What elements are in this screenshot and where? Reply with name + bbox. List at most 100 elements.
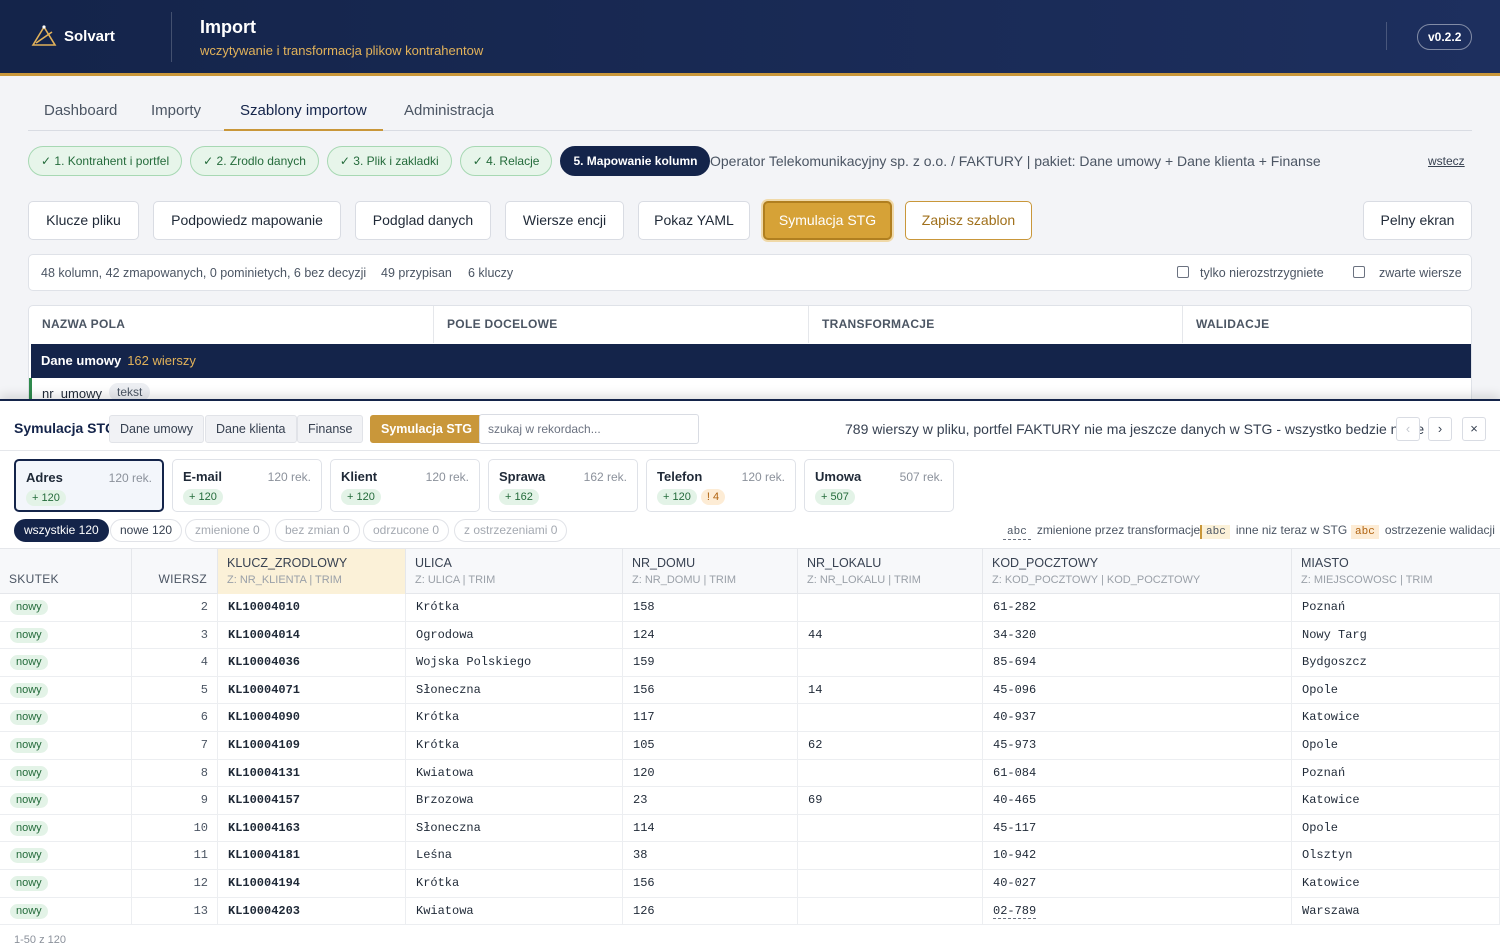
col-row[interactable]: WIERSZ — [132, 549, 218, 594]
page-title: Import — [200, 17, 256, 37]
cell-effect: nowy — [0, 594, 132, 621]
cell-city: Nowy Targ — [1292, 621, 1500, 649]
table-row[interactable]: nowy 10 KL10004163 Słoneczna 114 45-117 Opole — [0, 814, 1500, 843]
effect-badge: nowy — [10, 793, 48, 809]
file-keys-button[interactable]: Klucze pliku — [28, 201, 139, 240]
field-row[interactable]: nr_umowy tekst — [29, 378, 1471, 400]
cell-zip: 45-117 — [983, 814, 1292, 842]
group-row[interactable]: Dane umowy 162 wierszy — [31, 344, 1471, 378]
col-source-key[interactable]: KLUCZ_ZRODLOWY Z: NR_KLIENTA | TRIM — [218, 549, 406, 594]
next-page-button[interactable]: › — [1428, 417, 1452, 441]
filter-changed[interactable]: zmienione 0 — [185, 519, 270, 542]
entity-card-adres[interactable]: Adres 120 rek. + 120 — [14, 459, 164, 512]
cell-city: Poznań — [1292, 594, 1500, 621]
main-nav: Dashboard Importy Szablony importow Admi… — [28, 88, 1472, 131]
sim-tab-contract[interactable]: Dane umowy — [109, 415, 204, 443]
entity-count: 120 rek. — [108, 471, 152, 485]
tab-administracja[interactable]: Administracja — [388, 102, 510, 131]
col-city[interactable]: MIASTO Z: MIEJSCOWOSC | TRIM — [1292, 549, 1500, 594]
table-row[interactable]: nowy 4 KL10004036 Wojska Polskiego 159 85-694… — [0, 649, 1500, 677]
cell-key: KL10004157 — [218, 787, 406, 815]
cell-row: 7 — [132, 732, 218, 759]
table-row[interactable]: nowy 7 KL10004109 Krótka 105 62 45-973 Opole — [0, 732, 1500, 760]
cell-street: Ogrodowa — [406, 621, 623, 649]
entity-name: E-mail — [183, 469, 223, 484]
filter-rejected[interactable]: odrzucone 0 — [363, 519, 450, 542]
col-house-number[interactable]: NR_DOMU Z: NR_DOMU | TRIM — [623, 549, 798, 594]
sim-tab-client[interactable]: Dane klienta — [205, 415, 297, 443]
tab-szablony[interactable]: Szablony importow — [224, 102, 383, 131]
cell-city: Opole — [1292, 814, 1500, 842]
table-row[interactable]: nowy 2 KL10004010 Krótka 158 61-282 Poznań — [0, 594, 1500, 622]
entity-card-umowa[interactable]: Umowa 507 rek. + 507 — [804, 459, 954, 512]
only-unresolved-checkbox[interactable] — [1177, 266, 1189, 278]
table-row[interactable]: nowy 11 KL10004181 Leśna 38 10-942 Olsztyn — [0, 842, 1500, 870]
new-count-badge: + 120 — [183, 489, 223, 505]
entity-name: Sprawa — [499, 469, 546, 484]
cell-flat — [798, 649, 983, 677]
table-row[interactable]: nowy 8 KL10004131 Kwiatowa 120 61-084 Poznań — [0, 759, 1500, 788]
data-preview-button[interactable]: Podglad danych — [355, 201, 491, 240]
back-link[interactable]: wstecz — [1428, 154, 1465, 168]
compact-rows-checkbox[interactable] — [1353, 266, 1365, 278]
entity-card-klient[interactable]: Klient 120 rek. + 120 — [330, 459, 480, 512]
simulation-info: 789 wierszy w pliku, portfel FAKTURY nie… — [845, 421, 1425, 437]
cell-effect: nowy — [0, 676, 132, 704]
step-zrodlo[interactable]: ✓ 2. Zrodlo danych — [190, 146, 319, 176]
cell-row: 11 — [132, 842, 218, 870]
filter-unchanged[interactable]: bez zmian 0 — [275, 519, 360, 542]
show-yaml-button[interactable]: Pokaz YAML — [638, 201, 750, 240]
entity-card-telefon[interactable]: Telefon 120 rek. + 120! 4 — [646, 459, 796, 512]
table-row[interactable]: nowy 6 KL10004090 Krótka 117 40-937 Katowice — [0, 704, 1500, 732]
cell-city: Opole — [1292, 676, 1500, 704]
table-row[interactable]: nowy 12 KL10004194 Krótka 156 40-027 Katowice — [0, 870, 1500, 898]
cell-street: Brzozowa — [406, 787, 623, 815]
effect-badge: nowy — [10, 600, 48, 615]
pagination-info: 1-50 z 120 — [14, 934, 66, 946]
prev-page-button[interactable]: ‹ — [1396, 417, 1420, 441]
step-kontrahent[interactable]: ✓ 1. Kontrahent i portfel — [28, 146, 183, 176]
record-search-input[interactable]: szukaj w rekordach... — [479, 414, 699, 444]
tab-dashboard[interactable]: Dashboard — [28, 102, 133, 131]
cell-house: 158 — [623, 594, 798, 621]
sim-tab-stg[interactable]: Symulacja STG — [370, 415, 484, 443]
entity-rows-button[interactable]: Wiersze encji — [505, 201, 624, 240]
table-row[interactable]: nowy 9 KL10004157 Brzozowa 23 69 40-465 Katowic… — [0, 787, 1500, 815]
close-panel-button[interactable]: × — [1462, 417, 1486, 441]
cell-zip: 61-282 — [983, 594, 1292, 621]
filter-new[interactable]: nowe 120 — [110, 519, 183, 542]
entity-count: 120 rek. — [425, 470, 469, 484]
col-postal-code[interactable]: KOD_POCZTOWY Z: KOD_POCZTOWY | KOD_POCZTO… — [983, 549, 1292, 594]
table-row[interactable]: nowy 3 KL10004014 Ogrodowa 124 44 34-320 Nowy T… — [0, 621, 1500, 650]
cell-key: KL10004036 — [218, 649, 406, 677]
step-plik[interactable]: ✓ 3. Plik i zakladki — [326, 146, 452, 176]
fullscreen-button[interactable]: Pelny ekran — [1363, 201, 1472, 240]
field-name: nr_umowy — [42, 386, 102, 400]
suggest-mapping-button[interactable]: Podpowiedz mapowanie — [153, 201, 341, 240]
cell-key: KL10004071 — [218, 676, 406, 704]
cell-zip: 02-789 — [983, 897, 1292, 925]
col-street[interactable]: ULICA Z: ULICA | TRIM — [406, 549, 623, 594]
new-count-badge: + 120 — [341, 489, 381, 505]
entity-card-email[interactable]: E-mail 120 rek. + 120 — [172, 459, 322, 512]
table-row[interactable]: nowy 5 KL10004071 Słoneczna 156 14 45-096 Opole — [0, 676, 1500, 705]
brand-logo[interactable]: Solvart — [30, 24, 115, 48]
step-relacje[interactable]: ✓ 4. Relacje — [459, 146, 553, 176]
col-flat-number[interactable]: NR_LOKALU Z: NR_LOKALU | TRIM — [798, 549, 983, 594]
sim-tab-finance[interactable]: Finanse — [297, 415, 364, 443]
step-mapowanie[interactable]: 5. Mapowanie kolumn — [560, 146, 711, 176]
filter-warnings[interactable]: z ostrzezeniami 0 — [454, 519, 568, 542]
save-template-button[interactable]: Zapisz szablon — [905, 201, 1032, 240]
warning-count-badge: ! 4 — [700, 489, 726, 505]
cell-house: 23 — [623, 787, 798, 815]
table-header: SKUTEK WIERSZ KLUCZ_ZRODLOWY Z: NR_KLIENT… — [0, 548, 1500, 594]
simulate-stg-button[interactable]: Symulacja STG — [763, 201, 892, 240]
app-header: Solvart Import wczytywanie i transformac… — [0, 0, 1500, 76]
filter-all[interactable]: wszystkie 120 — [14, 519, 109, 542]
table-row[interactable]: nowy 13 KL10004203 Kwiatowa 126 02-789 Warszaw… — [0, 897, 1500, 926]
brand-name: Solvart — [64, 27, 115, 45]
tab-importy[interactable]: Importy — [135, 102, 217, 131]
cell-city: Opole — [1292, 732, 1500, 759]
entity-card-sprawa[interactable]: Sprawa 162 rek. + 162 — [488, 459, 638, 512]
col-effect[interactable]: SKUTEK — [0, 549, 132, 594]
